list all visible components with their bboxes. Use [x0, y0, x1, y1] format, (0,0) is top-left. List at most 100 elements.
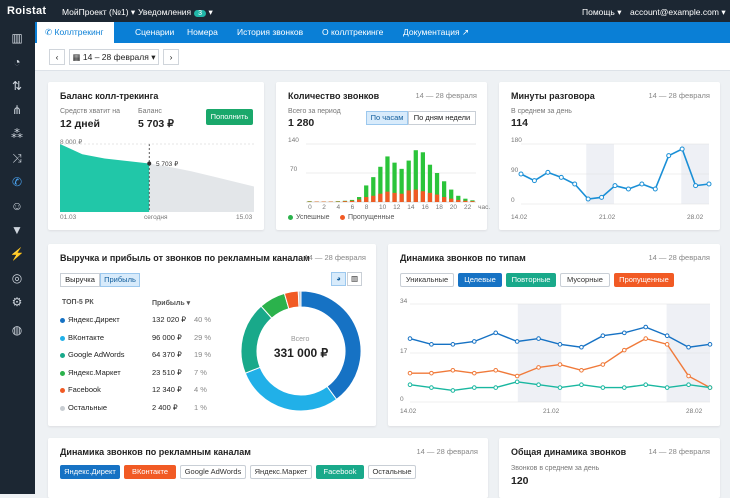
data-point: [687, 374, 691, 378]
data-point: [408, 371, 412, 375]
card-date: 14 — 28 февраля: [648, 253, 710, 262]
filter-pill[interactable]: Целевые: [458, 273, 502, 287]
data-point: [408, 383, 412, 387]
hierarchy-icon[interactable]: ⋔: [9, 102, 25, 118]
data-point: [640, 182, 644, 186]
next-period-button[interactable]: ›: [163, 49, 179, 65]
x-tick-start: 01.03: [60, 214, 76, 221]
tab-call-history[interactable]: История звонков: [237, 22, 303, 43]
x-tick: 21.02: [599, 214, 615, 221]
prev-period-button[interactable]: ‹: [49, 49, 65, 65]
network-icon[interactable]: ⁂: [9, 126, 25, 142]
filter-pill[interactable]: Остальные: [368, 465, 416, 479]
user-search-icon[interactable]: ☺: [9, 198, 25, 214]
date-bar: ‹ ▦ 14 – 28 февраля ▾ ›: [35, 43, 730, 71]
x-tick: 18: [436, 204, 443, 211]
account-menu[interactable]: account@example.com ▾: [630, 7, 726, 18]
tab-scenarios[interactable]: Сценарии: [135, 22, 174, 43]
avg-value: 120: [511, 475, 529, 487]
filter-pill[interactable]: Повторные: [506, 273, 556, 287]
calls-bar-chart: [306, 144, 476, 202]
bar-missed: [470, 201, 474, 202]
data-point: [451, 389, 455, 393]
notifications-menu[interactable]: Уведомления3 ▾: [138, 7, 213, 18]
phone-icon[interactable]: ✆: [9, 174, 25, 190]
x-tick: 14.02: [400, 408, 416, 415]
arrows-icon[interactable]: ⇅: [9, 78, 25, 94]
gear-icon[interactable]: ⚙: [9, 294, 25, 310]
project-name: МойПроект (№1): [62, 7, 129, 17]
tab-numbers[interactable]: Номера: [187, 22, 218, 43]
notifications-badge: 3: [194, 10, 206, 17]
logo[interactable]: Roistat: [7, 5, 46, 17]
x-tick: 28.02: [687, 214, 703, 221]
data-point: [408, 337, 412, 341]
data-point: [694, 184, 698, 188]
topup-button[interactable]: Пополнить: [206, 109, 253, 125]
bar-chart-icon: ▥: [351, 274, 358, 283]
tab-profit[interactable]: Прибыль: [100, 273, 140, 287]
data-point: [472, 371, 476, 375]
filter-pill[interactable]: Facebook: [316, 465, 364, 479]
col-profit-sort[interactable]: Прибыль ▾: [152, 299, 190, 307]
tab-calltracking[interactable]: ✆ Коллтрекинг: [37, 22, 114, 43]
bar-chart-icon[interactable]: ▥: [9, 30, 25, 46]
shuffle-icon[interactable]: ⤨: [9, 150, 25, 166]
legend-label: Успешные: [296, 214, 330, 221]
filter-pill[interactable]: Мусорные: [560, 273, 610, 287]
avg-label: В среднем за день: [511, 108, 572, 115]
donut-slice[interactable]: [245, 367, 336, 411]
x-tick-today: сегодня: [144, 214, 167, 221]
tab-revenue[interactable]: Выручка: [60, 273, 100, 287]
tab-about[interactable]: О коллтрекинге: [322, 22, 383, 43]
tab-by-hours[interactable]: По часам: [366, 111, 408, 125]
account-email: account@example.com: [630, 7, 719, 17]
plug-icon[interactable]: ⚡: [9, 246, 25, 262]
filter-pill[interactable]: Google AdWords: [180, 465, 246, 479]
data-point: [519, 172, 523, 176]
x-tick: 20: [450, 204, 457, 211]
data-point: [515, 340, 519, 344]
channel-value: 96 000 ₽: [152, 333, 182, 342]
legend-dot: [60, 318, 65, 323]
card-title: Баланс колл-трекинга: [60, 91, 158, 101]
x-tick: 2: [322, 204, 326, 211]
tab-docs[interactable]: Документация ↗: [403, 22, 469, 43]
data-point: [644, 325, 648, 329]
today-point: [147, 162, 151, 166]
filter-pill[interactable]: Яндекс.Маркет: [250, 465, 312, 479]
data-point: [644, 337, 648, 341]
help-menu[interactable]: Помощь ▾: [582, 7, 622, 18]
pie-view-button[interactable]: ◕: [331, 272, 346, 286]
filter-icon[interactable]: ▼: [9, 222, 25, 238]
data-point: [600, 195, 604, 199]
channel-name: Facebook: [68, 385, 101, 394]
x-tick: 22: [464, 204, 471, 211]
project-selector[interactable]: МойПроект (№1) ▾: [62, 7, 135, 18]
y-tick: 140: [288, 137, 299, 144]
date-range-picker[interactable]: ▦ 14 – 28 февраля ▾: [69, 49, 159, 65]
pie-chart-icon[interactable]: ◔: [9, 54, 25, 70]
bar-view-button[interactable]: ▥: [347, 272, 362, 286]
tab-by-weekdays[interactable]: По дням недели: [408, 111, 476, 125]
channel-pct: 19 %: [194, 350, 211, 359]
dynamics-types-card: Динамика звонков по типам 14 — 28 феврал…: [388, 244, 720, 426]
channel-value: 132 020 ₽: [152, 315, 186, 324]
bar-missed: [414, 190, 418, 202]
donut-slice[interactable]: [241, 306, 272, 373]
filter-pill[interactable]: Уникальные: [400, 273, 454, 287]
channel-value: 2 400 ₽: [152, 403, 178, 412]
balance-value: 5 703 ₽: [138, 118, 174, 130]
data-point: [558, 343, 562, 347]
filter-pill[interactable]: ВКонтакте: [124, 465, 176, 479]
data-point: [532, 179, 536, 183]
balance-card: Баланс колл-трекинга Средств хватит на 1…: [48, 82, 264, 230]
donut-slice[interactable]: [298, 291, 301, 307]
data-point: [586, 197, 590, 201]
balance-marker-label: 5 703 ₽: [156, 160, 178, 168]
filter-pill[interactable]: Пропущенные: [614, 273, 674, 287]
target-icon[interactable]: ◎: [9, 270, 25, 286]
filter-pill[interactable]: Яндекс.Директ: [60, 465, 120, 479]
eye-off-icon[interactable]: ◍: [9, 322, 25, 338]
data-point: [622, 386, 626, 390]
